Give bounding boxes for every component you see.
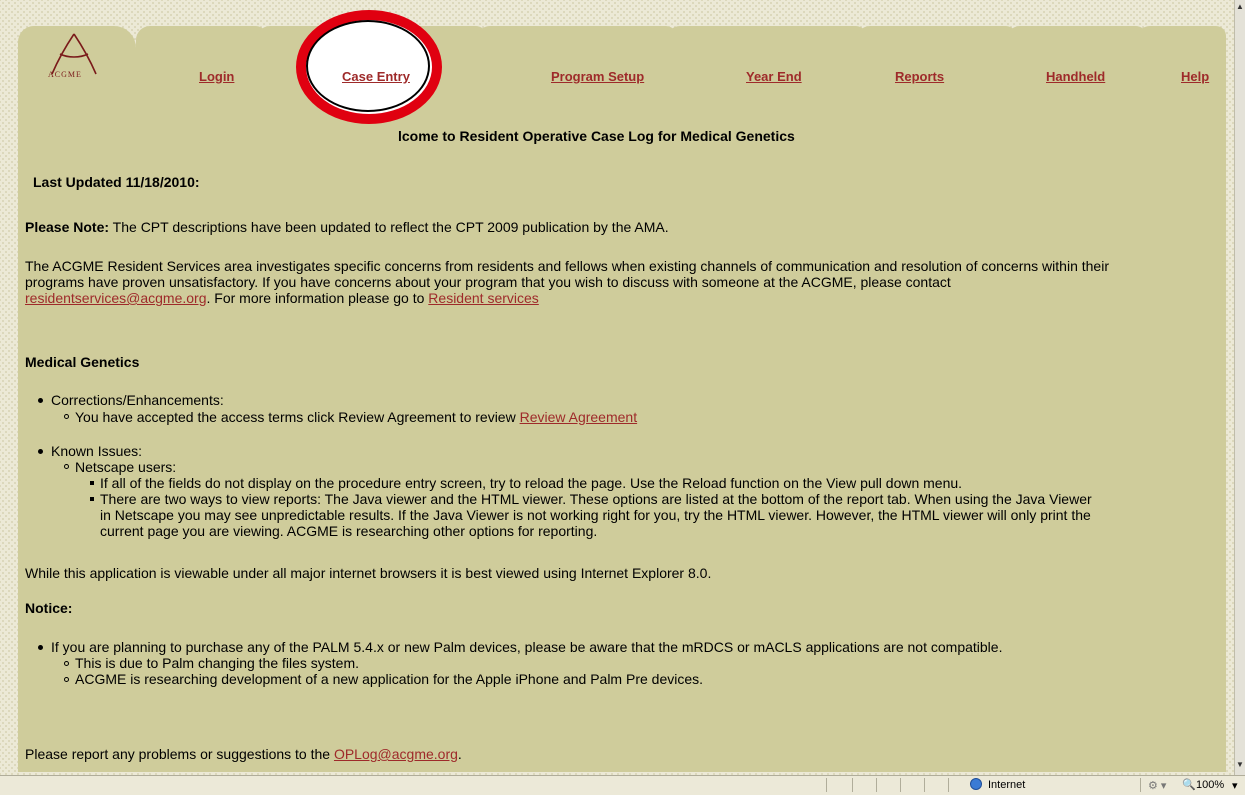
agreement-line: You have accepted the access terms click… [75, 409, 637, 425]
netscape-label: Netscape users: [75, 459, 177, 475]
bullet [38, 645, 43, 650]
please-note: Please Note: The CPT descriptions have b… [25, 219, 669, 235]
issue-2-line-1: There are two ways to view reports: The … [100, 491, 1092, 507]
protected-mode-icon[interactable]: ⚙ ▾ [1148, 779, 1166, 792]
bullet [64, 464, 69, 469]
bullet [90, 497, 94, 501]
services-line-2: programs have proven unsatisfactory. If … [25, 274, 951, 290]
note-label: Please Note: [25, 219, 110, 235]
status-bar: Internet ⚙ ▾ 🔍 100% ▾ [0, 775, 1245, 795]
resident-services-email-link[interactable]: residentservices@acgme.org [25, 290, 207, 306]
issue-1: If all of the fields do not display on t… [100, 475, 963, 491]
bullet [38, 449, 43, 454]
tab-link-handheld[interactable]: Handheld [1046, 69, 1105, 84]
internet-zone-label: Internet [988, 779, 1026, 791]
vertical-scrollbar[interactable]: ▲ ▼ [1234, 0, 1245, 775]
tab-link-help[interactable]: Help [1181, 69, 1209, 84]
bullet [38, 398, 43, 403]
tab-link-login[interactable]: Login [199, 69, 234, 84]
zoom-icon: 🔍 [1182, 779, 1196, 791]
bullet [64, 677, 69, 682]
services-line-1: The ACGME Resident Services area investi… [25, 258, 1109, 274]
resident-services-link[interactable]: Resident services [428, 290, 539, 306]
browser-note: While this application is viewable under… [25, 565, 712, 581]
tab-link-year-end[interactable]: Year End [746, 69, 802, 84]
palm-note: If you are planning to purchase any of t… [51, 639, 1003, 655]
internet-zone-icon [970, 778, 982, 790]
scroll-down-icon[interactable]: ▼ [1236, 760, 1244, 770]
bullet [90, 481, 94, 485]
status-separator [948, 778, 949, 792]
annotation-circle [296, 10, 442, 124]
tab-link-reports[interactable]: Reports [895, 69, 944, 84]
status-separator [826, 778, 827, 792]
status-separator [876, 778, 877, 792]
palm-sub-1: This is due to Palm changing the files s… [75, 655, 360, 671]
bullet [64, 414, 69, 419]
tab-link-case-entry-highlighted[interactable]: Case Entry [342, 69, 410, 84]
services-more: . For more information please go to [206, 290, 429, 306]
scroll-up-icon[interactable]: ▲ [1236, 2, 1244, 12]
note-text: The CPT descriptions have been updated t… [109, 219, 669, 235]
logo-text: ACGME [48, 70, 82, 79]
report-end: . [457, 746, 462, 762]
report-text: Please report any problems or suggestion… [25, 746, 334, 762]
agreement-text: You have accepted the access terms click… [75, 409, 520, 425]
tab-link-program-setup[interactable]: Program Setup [551, 69, 644, 84]
status-separator [924, 778, 925, 792]
status-separator [900, 778, 901, 792]
status-separator [1140, 778, 1141, 792]
page-heading: lcome to Resident Operative Case Log for… [398, 128, 795, 144]
zoom-dropdown-icon[interactable]: ▾ [1232, 779, 1238, 792]
issue-2-line-2: in Netscape you may see unpredictable re… [100, 507, 1091, 523]
issue-2-line-3: current page you are viewing. ACGME is r… [100, 523, 598, 539]
zoom-level[interactable]: 100% [1196, 779, 1224, 791]
section-title: Medical Genetics [25, 354, 140, 370]
review-agreement-link[interactable]: Review Agreement [520, 409, 638, 425]
services-line-3: residentservices@acgme.org. For more inf… [25, 290, 539, 306]
notice-title: Notice: [25, 600, 73, 616]
last-updated: Last Updated 11/18/2010: [33, 174, 200, 190]
oplog-email-link[interactable]: OPLog@acgme.org [334, 746, 458, 762]
bullet [64, 661, 69, 666]
known-issues-label: Known Issues: [51, 443, 143, 459]
report-line: Please report any problems or suggestion… [25, 746, 462, 762]
palm-sub-2: ACGME is researching development of a ne… [75, 671, 704, 687]
status-separator [852, 778, 853, 792]
corrections-label: Corrections/Enhancements: [51, 392, 224, 408]
